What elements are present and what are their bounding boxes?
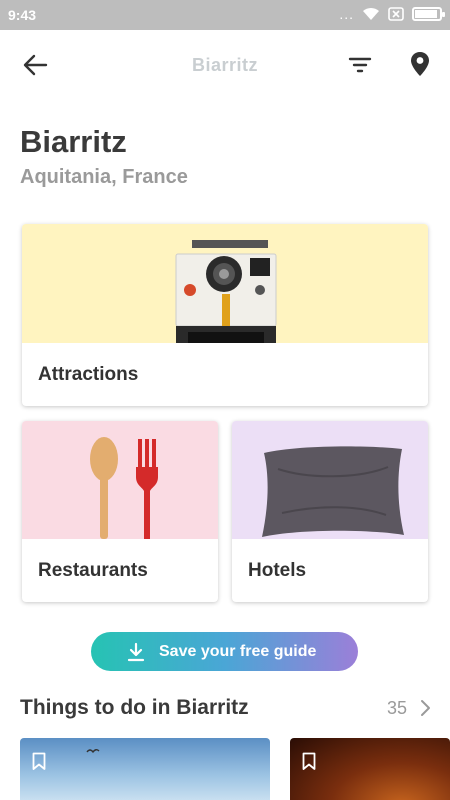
chevron-right-icon[interactable]: [419, 699, 431, 717]
download-icon: [127, 642, 145, 662]
category-card-restaurants[interactable]: Restaurants: [22, 421, 218, 602]
wifi-icon: [363, 7, 379, 20]
save-free-guide-button[interactable]: Save your free guide: [91, 632, 358, 671]
category-card-hotels[interactable]: Hotels: [232, 421, 428, 602]
no-sim-icon: [388, 7, 404, 21]
hotels-image: [232, 421, 428, 539]
bookmark-icon[interactable]: [32, 752, 46, 771]
app-bar: Biarritz: [0, 30, 450, 100]
section-title: Things to do in Biarritz: [20, 696, 249, 719]
notification-dots: ...: [339, 6, 354, 22]
category-label-hotels: Hotels: [248, 560, 307, 581]
spoon-and-fork-icon: [90, 437, 158, 539]
category-label-attractions: Attractions: [38, 364, 139, 385]
section-count[interactable]: 35: [387, 698, 407, 719]
bird-icon: [86, 749, 100, 754]
place-region: Aquitania, France: [20, 166, 188, 188]
pillow-icon: [262, 446, 404, 537]
map-pin-icon[interactable]: [407, 50, 433, 78]
attraction-thumbnail[interactable]: [290, 738, 450, 800]
header-title: Biarritz: [191, 55, 258, 75]
attractions-image: [22, 224, 428, 343]
status-bar: 9:43 ...: [0, 0, 450, 30]
attraction-thumbnail[interactable]: [20, 738, 270, 800]
place-name: Biarritz: [20, 124, 127, 159]
category-card-attractions[interactable]: Attractions: [22, 224, 428, 406]
status-icons: ...: [339, 6, 445, 22]
status-time: 9:43: [8, 7, 37, 23]
category-label-restaurants: Restaurants: [38, 560, 148, 581]
restaurants-image: [22, 421, 218, 539]
bookmark-icon[interactable]: [302, 752, 316, 771]
camera-icon: [175, 240, 277, 343]
save-free-guide-label: Save your free guide: [159, 643, 317, 660]
battery-icon: [412, 7, 445, 21]
filter-icon[interactable]: [346, 52, 374, 78]
